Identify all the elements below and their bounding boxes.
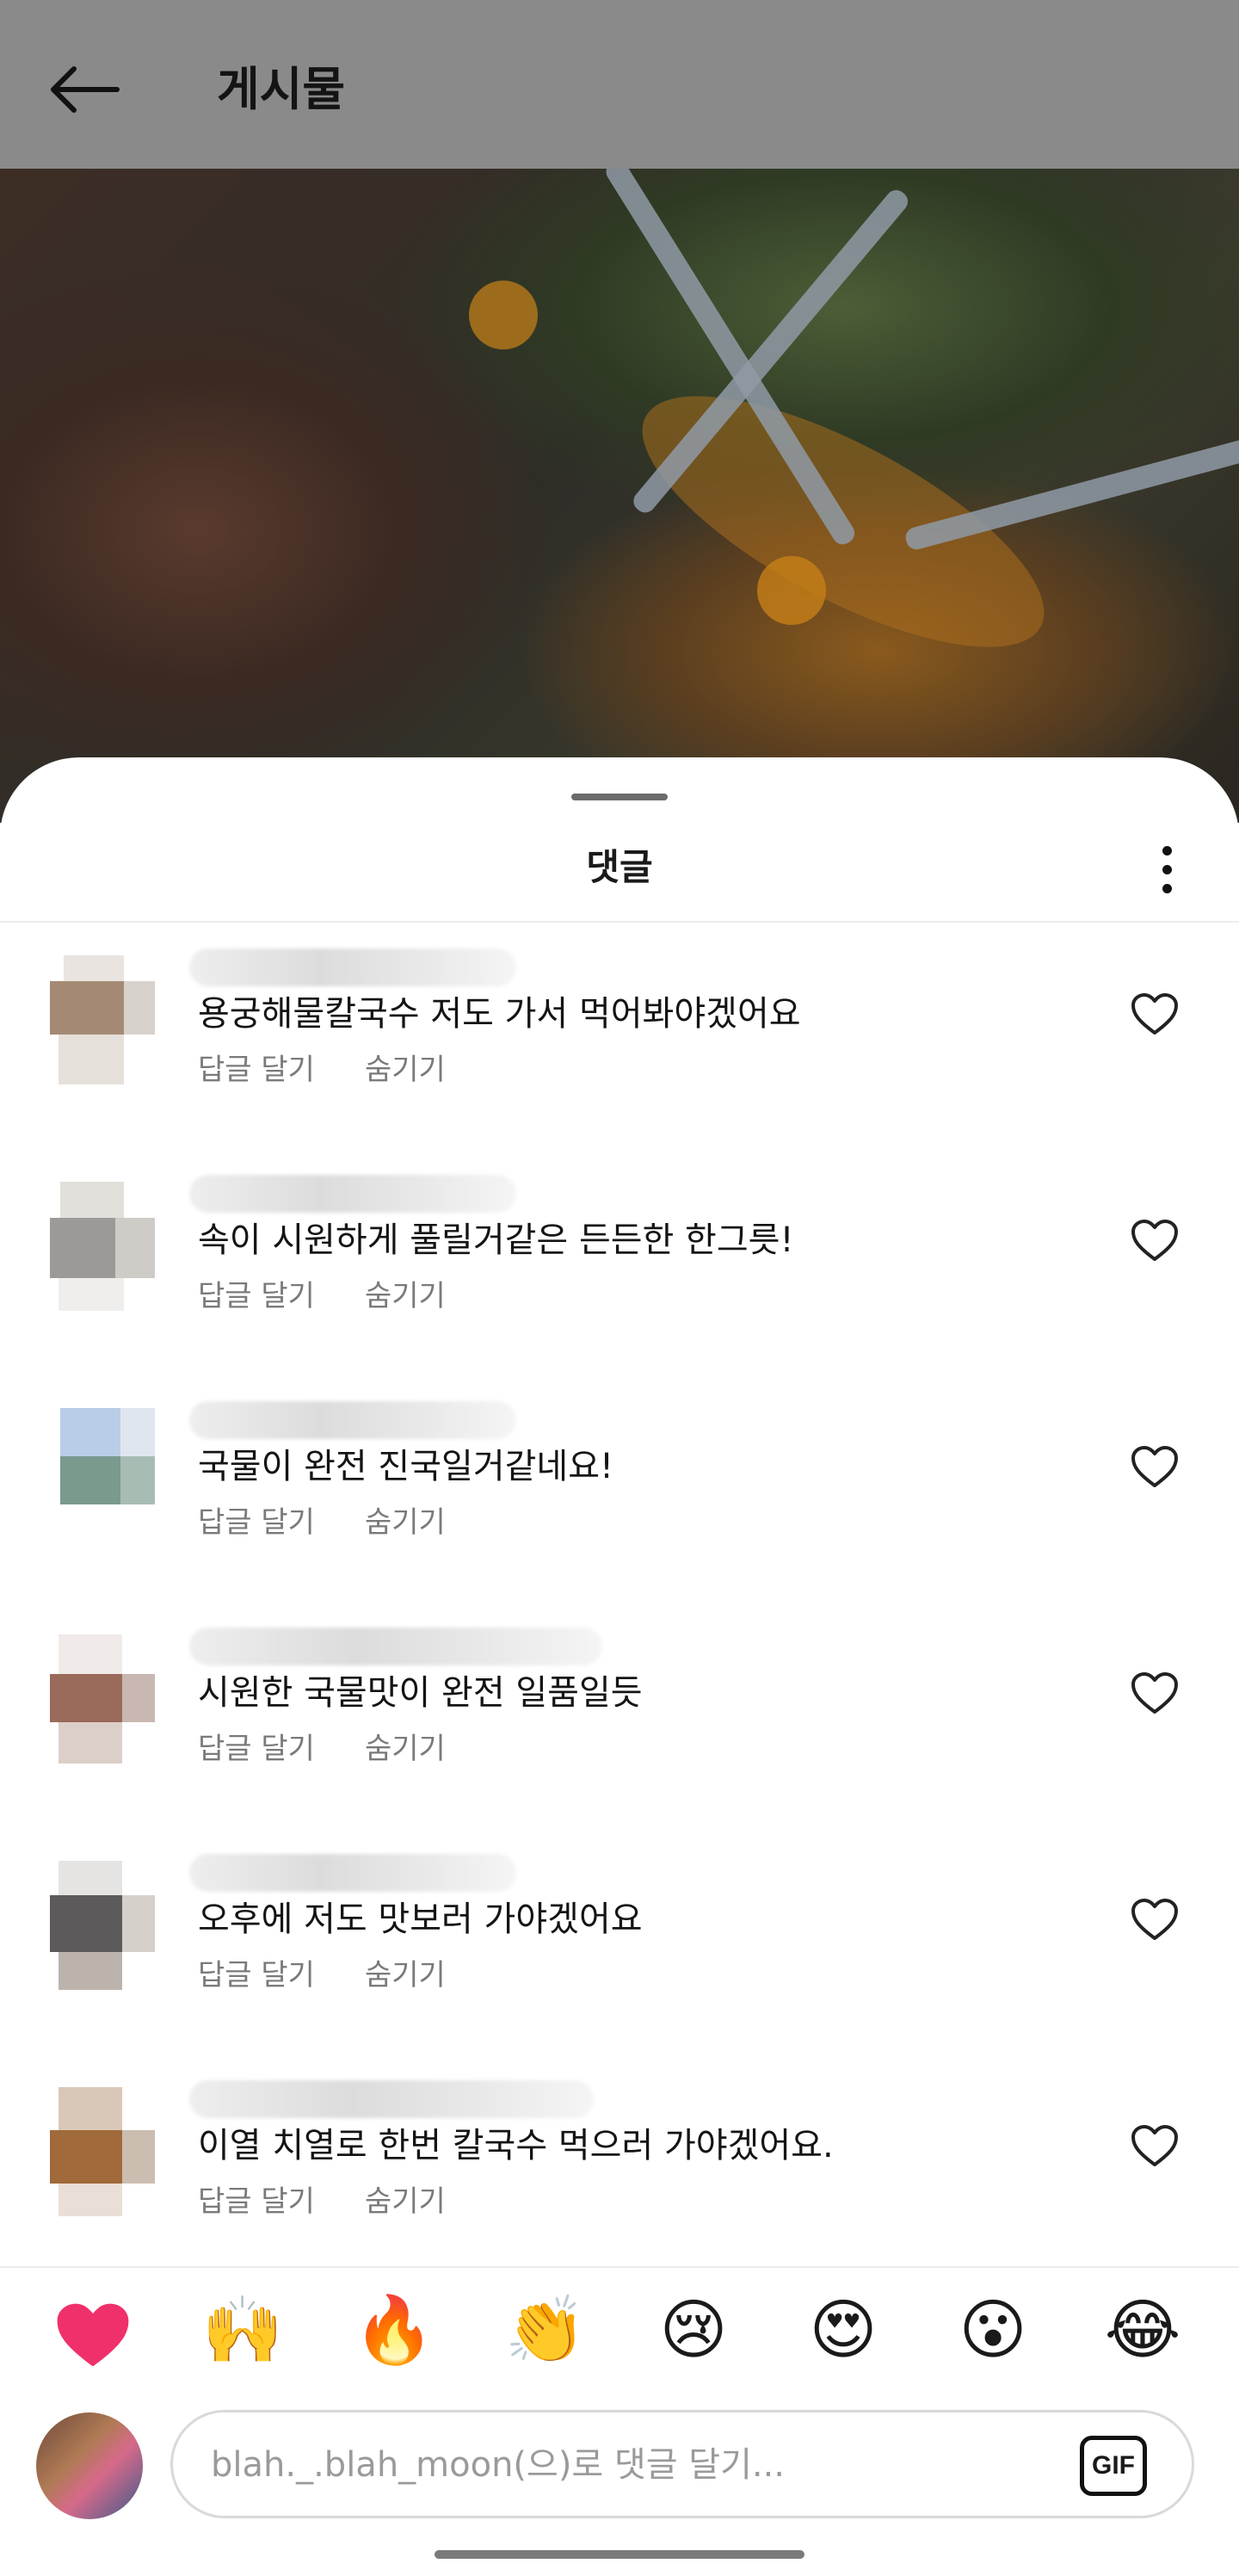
hide-button[interactable]: 숨기기: [365, 1048, 446, 1091]
heart-outline-icon[interactable]: [1124, 1209, 1186, 1271]
comment-item: 이열 치열로 한번 칼국수 먹으러 가야겠어요. 답글 달기 숨기기: [0, 2061, 1239, 2288]
avatar[interactable]: [50, 1861, 170, 1990]
page-title: 게시물: [217, 62, 346, 116]
comment-item: 용궁해물칼국수 저도 가서 먹어봐야겠어요 답글 달기 숨기기: [0, 930, 1239, 1156]
tears-of-joy-emoji[interactable]: 😂: [1101, 2289, 1184, 2371]
crying-face-emoji[interactable]: 😢: [652, 2289, 735, 2371]
username-blurred[interactable]: [189, 1854, 516, 1892]
comment-item: 국물이 완전 진국일거같네요! 답글 달기 숨기기: [0, 1382, 1239, 1609]
reply-button[interactable]: 답글 달기: [198, 1727, 315, 1770]
reply-button[interactable]: 답글 달기: [198, 1048, 315, 1091]
home-indicator[interactable]: [435, 2550, 804, 2559]
heart-outline-icon[interactable]: [1124, 1662, 1186, 1724]
avatar[interactable]: [50, 1408, 170, 1537]
username-blurred[interactable]: [189, 1401, 516, 1439]
username-blurred[interactable]: [189, 948, 516, 986]
comment-actions: 답글 달기 숨기기: [198, 1048, 446, 1091]
surprised-face-emoji[interactable]: 😮: [952, 2289, 1034, 2371]
reply-button[interactable]: 답글 달기: [198, 1954, 315, 1997]
hide-button[interactable]: 숨기기: [365, 1275, 446, 1318]
emoji-reaction-bar: 🙌 🔥 👏 😢 😍 😮 😂: [0, 2266, 1239, 2388]
hide-button[interactable]: 숨기기: [365, 1501, 446, 1544]
post-media-image: [0, 169, 1239, 823]
reply-button[interactable]: 답글 달기: [198, 1501, 315, 1544]
divider: [0, 921, 1239, 923]
hide-button[interactable]: 숨기기: [365, 2180, 446, 2223]
avatar[interactable]: [50, 955, 170, 1084]
heart-outline-icon[interactable]: [1124, 2115, 1186, 2177]
comment-actions: 답글 달기 숨기기: [198, 1727, 446, 1770]
comments-title: 댓글: [586, 846, 653, 888]
comment-text: 시원한 국물맛이 완전 일품일듯: [198, 1673, 643, 1713]
my-avatar[interactable]: [36, 2412, 143, 2519]
heart-outline-icon[interactable]: [1124, 1888, 1186, 1950]
comment-actions: 답글 달기 숨기기: [198, 1501, 446, 1544]
avatar[interactable]: [50, 1634, 170, 1764]
comment-text: 속이 시원하게 풀릴거같은 든든한 한그릇!: [198, 1220, 794, 1260]
hide-button[interactable]: 숨기기: [365, 1727, 446, 1770]
comment-input[interactable]: [209, 2430, 1021, 2500]
raised-hands-emoji[interactable]: 🙌: [201, 2289, 284, 2371]
comment-item: 시원한 국물맛이 완전 일품일듯 답글 달기 숨기기: [0, 1609, 1239, 1835]
comment-actions: 답글 달기 숨기기: [198, 1954, 446, 1997]
gif-button[interactable]: GIF: [1080, 2436, 1147, 2496]
comment-text: 용궁해물칼국수 저도 가서 먹어봐야겠어요: [198, 994, 801, 1034]
comment-actions: 답글 달기 숨기기: [198, 2180, 446, 2223]
comment-text: 국물이 완전 진국일거같네요!: [198, 1447, 614, 1486]
back-arrow-icon[interactable]: [45, 50, 124, 129]
reply-button[interactable]: 답글 달기: [198, 1275, 315, 1318]
fire-emoji[interactable]: 🔥: [353, 2289, 435, 2371]
comment-item: 오후에 저도 맛보러 가야겠어요 답글 달기 숨기기: [0, 1835, 1239, 2061]
top-app-bar: 게시물: [0, 0, 1239, 169]
more-options-icon[interactable]: [1134, 830, 1199, 909]
comment-actions: 답글 달기 숨기기: [198, 1275, 446, 1318]
username-blurred[interactable]: [189, 2080, 594, 2118]
avatar[interactable]: [50, 2087, 170, 2216]
heart-eyes-emoji[interactable]: 😍: [802, 2289, 885, 2371]
comment-text: 이열 치열로 한번 칼국수 먹으러 가야겠어요.: [198, 2126, 834, 2165]
avatar[interactable]: [50, 1182, 170, 1311]
comment-text: 오후에 저도 맛보러 가야겠어요: [198, 1900, 643, 1939]
hide-button[interactable]: 숨기기: [365, 1954, 446, 1997]
reply-button[interactable]: 답글 달기: [198, 2180, 315, 2223]
username-blurred[interactable]: [189, 1628, 602, 1665]
clapping-hands-emoji[interactable]: 👏: [504, 2289, 587, 2371]
comment-item: 속이 시원하게 풀릴거같은 든든한 한그릇! 답글 달기 숨기기: [0, 1156, 1239, 1382]
heart-outline-icon[interactable]: [1124, 983, 1186, 1045]
heart-emoji[interactable]: [52, 2289, 134, 2371]
username-blurred[interactable]: [189, 1175, 516, 1213]
comment-input-container: GIF: [170, 2410, 1194, 2518]
drag-handle[interactable]: [571, 794, 668, 800]
heart-outline-icon[interactable]: [1124, 1436, 1186, 1498]
